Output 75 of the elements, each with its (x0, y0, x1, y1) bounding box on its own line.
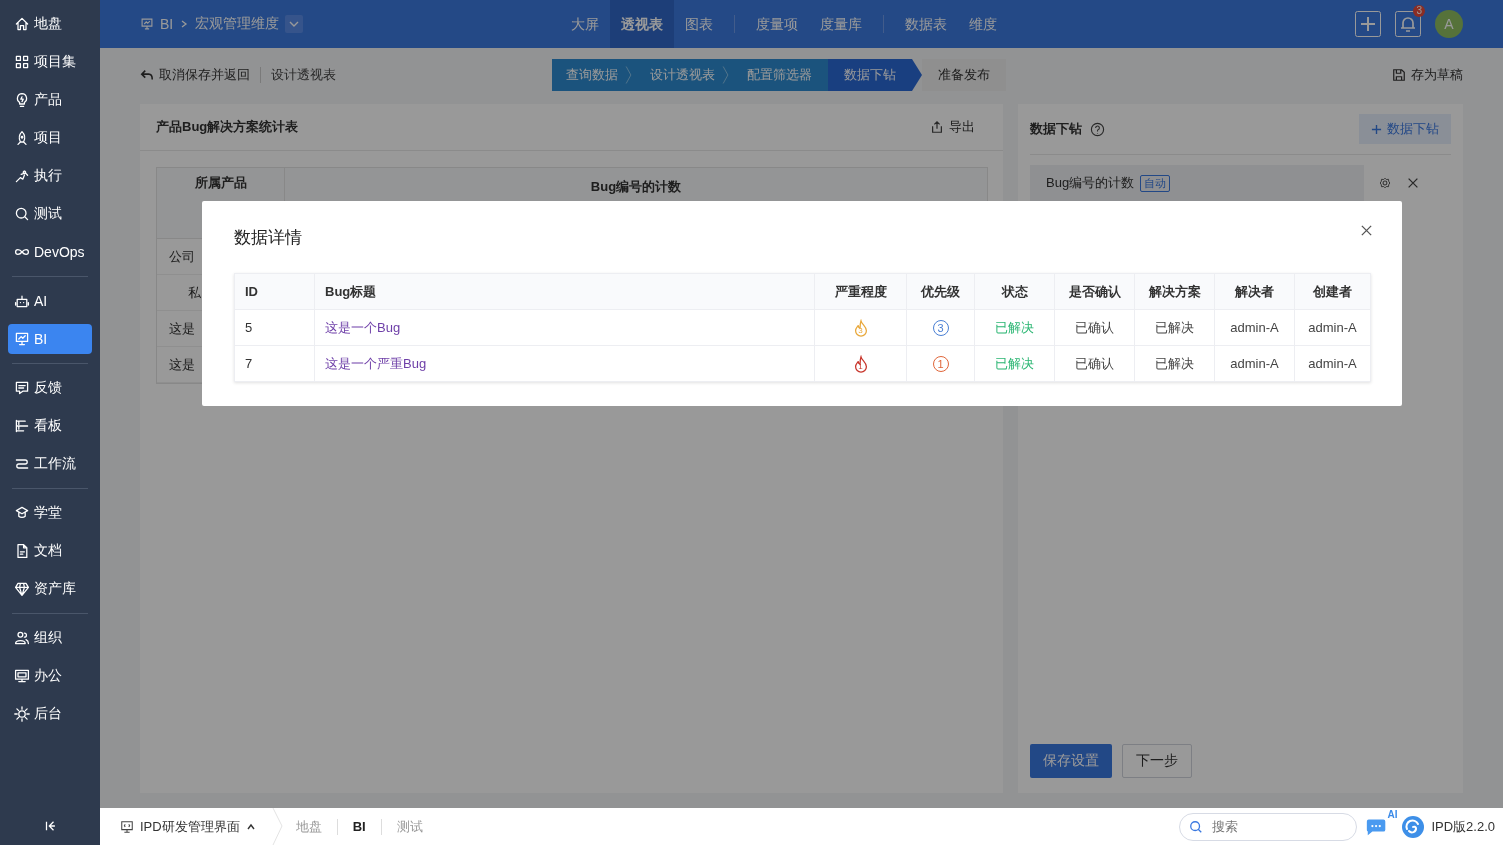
sidebar-item[interactable]: 后台 (8, 699, 92, 729)
sidebar-item[interactable]: 学堂 (8, 498, 92, 528)
table-cell: 已解决 (1134, 345, 1215, 382)
table-cell: admin-A (1214, 309, 1295, 346)
table-cell: 5 (234, 309, 315, 346)
bug-title-link[interactable]: 这是一个Bug (314, 309, 815, 346)
column-header: 解决者 (1214, 273, 1295, 310)
table-cell: 已确认 (1054, 309, 1135, 346)
status-cell: 已解决 (974, 309, 1055, 346)
sidebar-item[interactable]: 项目 (8, 123, 92, 153)
table-cell: admin-A (1214, 345, 1295, 382)
bug-title-link[interactable]: 这是一个严重Bug (314, 345, 815, 382)
panel-title: 数据下钻 (1030, 120, 1082, 138)
table-cell: admin-A (1294, 309, 1371, 346)
auto-tag: 自动 (1140, 174, 1171, 192)
column-header: ID (234, 273, 315, 310)
severity-number: 1 (857, 361, 864, 371)
next-step-button[interactable]: 下一步 (1122, 744, 1192, 778)
back-link[interactable]: 取消保存并返回 (140, 66, 250, 84)
table-cell: 已解决 (1134, 309, 1215, 346)
sidebar-item[interactable]: 资产库 (8, 574, 92, 604)
save-settings-button[interactable]: 保存设置 (1030, 744, 1112, 778)
app-tab[interactable]: 地盘 (295, 817, 322, 836)
nav-tab[interactable]: 透视表 (610, 0, 674, 48)
app-switcher[interactable]: IPD研发管理界面 (120, 817, 256, 836)
sidebar-item[interactable]: AI (8, 286, 92, 316)
drilldown-item[interactable]: Bug编号的计数 自动 (1030, 165, 1364, 201)
table-cell: 7 (234, 345, 315, 382)
sidebar-item[interactable]: 看板 (8, 411, 92, 441)
export-button[interactable]: 导出 (930, 118, 975, 136)
ai-label: AI (1387, 808, 1398, 820)
status-cell: 已解决 (974, 345, 1055, 382)
wizard-step[interactable]: 准备发布 (922, 59, 1006, 91)
column-header: 状态 (974, 273, 1055, 310)
nav-tab[interactable]: 维度 (958, 0, 1008, 48)
sidebar-item[interactable]: 地盘 (8, 9, 92, 39)
nav-tab[interactable]: 度量项 (745, 0, 809, 48)
wizard-step[interactable]: 数据下钻 (828, 59, 922, 91)
sidebar-item[interactable]: BI (8, 324, 92, 354)
table-cell: 已确认 (1054, 345, 1135, 382)
nav-tab[interactable]: 度量库 (809, 0, 873, 48)
breadcrumb-title: 宏观管理维度 (195, 15, 280, 33)
sidebar-item[interactable]: 办公 (8, 661, 92, 691)
sidebar-item[interactable]: 产品 (8, 85, 92, 115)
sidebar-item[interactable]: 执行 (8, 161, 92, 191)
wizard-step[interactable]: 配置筛选器 (731, 59, 828, 91)
sidebar-item[interactable]: DevOps (8, 237, 92, 267)
sidebar-item[interactable]: 反馈 (8, 373, 92, 403)
search-field[interactable]: 搜索 (1179, 812, 1358, 841)
save-draft-button[interactable]: 存为草稿 (1392, 66, 1463, 84)
column-header: 优先级 (906, 273, 975, 310)
sidebar-item[interactable]: 项目集 (8, 47, 92, 77)
breadcrumb-link[interactable]: BI (160, 16, 174, 32)
severity-number: 3 (857, 325, 864, 335)
version-label: IPD版2.2.0 (1431, 817, 1495, 836)
app-tab[interactable]: 测试 (396, 817, 423, 836)
sidebar-item[interactable]: 工作流 (8, 449, 92, 479)
column-header: 严重程度 (814, 273, 907, 310)
nav-tab[interactable]: 大屏 (560, 0, 610, 48)
wizard-step[interactable]: 设计透视表 (634, 59, 731, 91)
notification-badge: 3 (1413, 5, 1425, 17)
nav-tab[interactable]: 图表 (674, 0, 724, 48)
column-header: 解决方案 (1134, 273, 1215, 310)
column-header: Bug标题 (314, 273, 815, 310)
panel-title: 产品Bug解决方案统计表 (156, 118, 299, 136)
table-cell: admin-A (1294, 345, 1371, 382)
column-header: 是否确认 (1054, 273, 1135, 310)
sidebar-item[interactable]: 文档 (8, 536, 92, 566)
sidebar-item[interactable]: 测试 (8, 199, 92, 229)
page-title: 设计透视表 (271, 66, 336, 84)
nav-tab[interactable]: 数据表 (894, 0, 958, 48)
sidebar-item[interactable]: 组织 (8, 623, 92, 653)
column-header: 创建者 (1294, 273, 1371, 310)
wizard-step[interactable]: 查询数据 (552, 59, 634, 91)
app-tab[interactable]: BI (352, 819, 366, 834)
